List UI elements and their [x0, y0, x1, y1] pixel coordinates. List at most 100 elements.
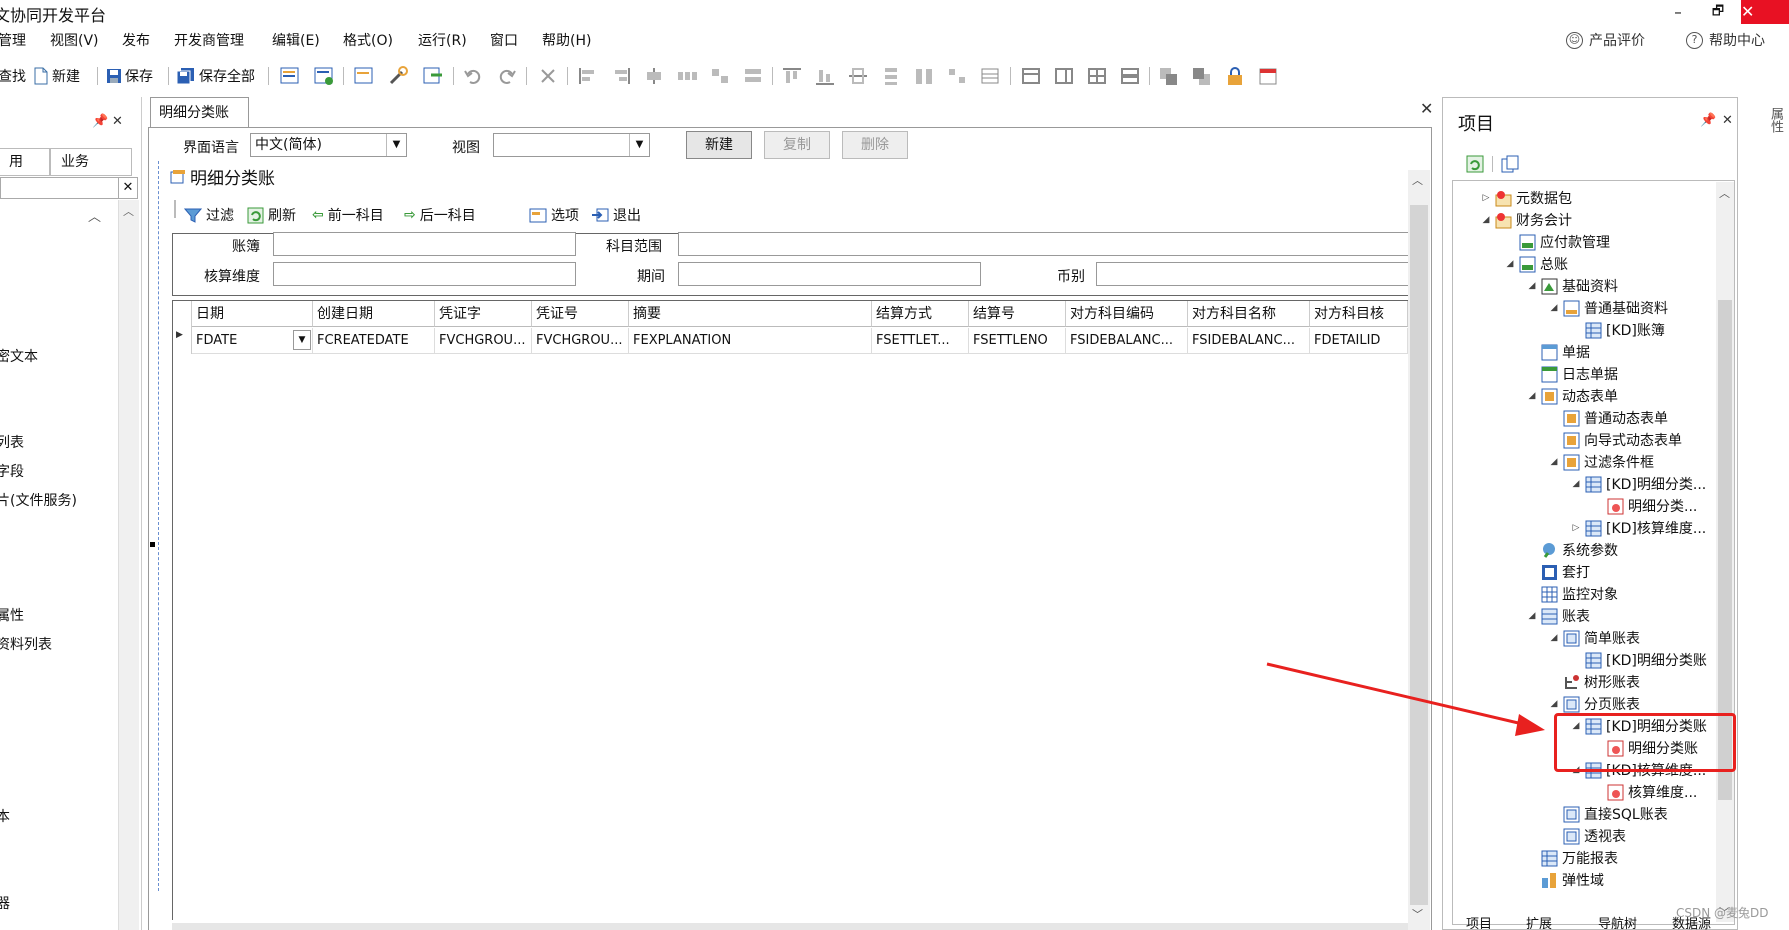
document-close-button[interactable]: ✕ [1420, 99, 1433, 118]
scroll-up-arrow-icon[interactable]: ︿ [1412, 172, 1423, 188]
tab-order-icon[interactable] [1257, 66, 1279, 86]
distribute-h-icon[interactable] [676, 66, 698, 86]
table-layout-icon[interactable] [1086, 66, 1108, 86]
form-add-icon[interactable] [313, 66, 335, 86]
tree-node[interactable]: 应付款管理 [1505, 232, 1610, 252]
grid-cell[interactable]: FSIDEBALANC... [1066, 328, 1188, 354]
tree-node[interactable]: 系统参数 [1527, 540, 1618, 560]
grid-cell[interactable]: FSIDEBALANC... [1188, 328, 1310, 354]
tree-node[interactable]: ◢ 基础资料 [1527, 276, 1618, 296]
tab-extension[interactable]: 扩展 [1526, 913, 1552, 930]
align-middle-icon[interactable] [847, 66, 869, 86]
project-panel-pin-button[interactable]: 📌 [1700, 113, 1716, 128]
left-panel-close-button[interactable]: ✕ [112, 114, 123, 129]
tree-node[interactable]: ◢ [KD]明细分类... [1571, 474, 1706, 494]
same-width-icon[interactable] [742, 66, 764, 86]
left-tab-business[interactable]: 业务 [50, 148, 132, 176]
left-scrollbar[interactable] [118, 200, 139, 930]
tree-node[interactable]: 万能报表 [1527, 848, 1618, 868]
bring-front-icon[interactable] [1158, 66, 1180, 86]
view-select[interactable]: ▼ [493, 133, 650, 157]
chevron-down-icon[interactable]: ▼ [293, 330, 311, 350]
menu-window[interactable]: 窗口 [490, 30, 518, 50]
tree-node[interactable]: 普通动态表单 [1549, 408, 1668, 428]
distribute-v-icon[interactable] [880, 66, 902, 86]
tree-node[interactable]: [KD]明细分类账 [1571, 650, 1707, 670]
save-all-button[interactable]: 保存全部 [176, 63, 255, 89]
prev-subject-button[interactable]: ⇦ 前一科目 [312, 205, 384, 225]
grid-lines-icon[interactable] [979, 66, 1001, 86]
minimize-button[interactable]: – [1660, 2, 1696, 24]
new-view-button[interactable]: 新建 [686, 131, 752, 159]
grid-header[interactable]: 结算方式 [872, 301, 969, 327]
tree-node[interactable]: 向导式动态表单 [1549, 430, 1682, 450]
split-icon[interactable] [1053, 66, 1075, 86]
left-search-clear-button[interactable]: ✕ [118, 177, 138, 199]
tree-node[interactable]: ◢ 财务会计 [1481, 210, 1572, 230]
copy-project-icon[interactable] [1500, 154, 1520, 174]
tree-node[interactable]: ◢ 简单账表 [1549, 628, 1640, 648]
tools-icon[interactable] [388, 66, 410, 86]
tree-node[interactable]: 树形账表 [1549, 672, 1640, 692]
collapse-up-icon[interactable]: ︿ [88, 206, 101, 225]
next-subject-button[interactable]: ⇨ 后一科目 [404, 205, 476, 225]
menu-developer[interactable]: 开发商管理 [174, 30, 244, 50]
redo-icon[interactable] [496, 66, 518, 86]
tree-node[interactable]: 套打 [1527, 562, 1590, 582]
grid-header[interactable]: 日期 [192, 301, 313, 327]
align-bottom-icon[interactable] [814, 66, 836, 86]
form-icon[interactable] [279, 66, 301, 86]
grid-cell[interactable]: FSETTLET... [872, 328, 969, 354]
spacing-icon[interactable] [946, 66, 968, 86]
layout-icon[interactable] [1020, 66, 1042, 86]
scroll-down-arrow-icon[interactable]: ﹀ [1412, 906, 1423, 922]
toolbox-item[interactable]: 资料列表 [0, 634, 52, 654]
tree-node[interactable]: 直接SQL账表 [1549, 804, 1668, 824]
toolbox-item[interactable]: 密文本 [0, 346, 38, 366]
grid-cell[interactable]: FCREATEDATE [313, 328, 435, 354]
dimension-input[interactable] [273, 262, 576, 286]
tree-node[interactable]: 透视表 [1549, 826, 1626, 846]
grid-cell[interactable]: FVCHGROU... [435, 328, 532, 354]
tree-node[interactable]: 核算维度... [1593, 782, 1697, 802]
toolbox-item[interactable]: 属性 [0, 605, 24, 625]
toolbox-item[interactable]: 器 [0, 893, 10, 913]
tree-node[interactable]: 监控对象 [1527, 584, 1618, 604]
toolbox-item[interactable]: 列表 [0, 432, 24, 452]
tree-node[interactable]: 弹性域 [1527, 870, 1604, 890]
sync-icon[interactable] [1465, 154, 1485, 174]
grid-header[interactable]: 对方科目核 [1310, 301, 1408, 327]
copy-view-button[interactable]: 复制 [764, 131, 830, 159]
same-height-icon[interactable] [913, 66, 935, 86]
grid-header[interactable]: 对方科目名称 [1188, 301, 1310, 327]
same-size-icon[interactable] [709, 66, 731, 86]
new-button[interactable]: 新建 [33, 63, 80, 89]
scroll-up-arrow-icon[interactable]: ︿ [123, 203, 134, 219]
period-input[interactable] [678, 262, 981, 286]
left-panel-pin-button[interactable]: 📌 [92, 114, 108, 129]
tab-project[interactable]: 项目 [1466, 913, 1492, 930]
toolbox-item[interactable]: 本 [0, 806, 10, 826]
tree-node[interactable]: 明细分类... [1593, 496, 1697, 516]
help-center-link[interactable]: ? 帮助中心 [1686, 30, 1765, 50]
grid-cell[interactable]: FDATE ▼ [192, 328, 313, 354]
properties-side-tab[interactable]: 属性 [1766, 107, 1785, 133]
toolbox-item[interactable]: 片(文件服务) [0, 490, 77, 510]
refresh-button[interactable]: 刷新 [247, 205, 296, 225]
align-center-icon[interactable] [643, 66, 665, 86]
product-review-link[interactable]: ☺ 产品评价 [1566, 30, 1645, 50]
menu-format[interactable]: 格式(O) [343, 30, 393, 50]
tree-node[interactable]: ◢ 分页账表 [1549, 694, 1640, 714]
menu-manage[interactable]: 管理 [0, 30, 26, 50]
grid-header[interactable]: 摘要 [629, 301, 872, 327]
export-icon[interactable] [422, 66, 444, 86]
resize-handle[interactable] [150, 542, 155, 547]
scroll-up-arrow-icon[interactable]: ︿ [1719, 185, 1730, 201]
tree-node[interactable]: ◢ 动态表单 [1527, 386, 1618, 406]
grid-cell[interactable]: FSETTLENO [969, 328, 1066, 354]
menu-edit[interactable]: 编辑(E) [272, 30, 320, 50]
menu-view[interactable]: 视图(V) [50, 30, 99, 50]
grid-cell[interactable]: FEXPLANATION [629, 328, 872, 354]
delete-view-button[interactable]: 删除 [842, 131, 908, 159]
tree-node[interactable]: ◢ 过滤条件框 [1549, 452, 1654, 472]
